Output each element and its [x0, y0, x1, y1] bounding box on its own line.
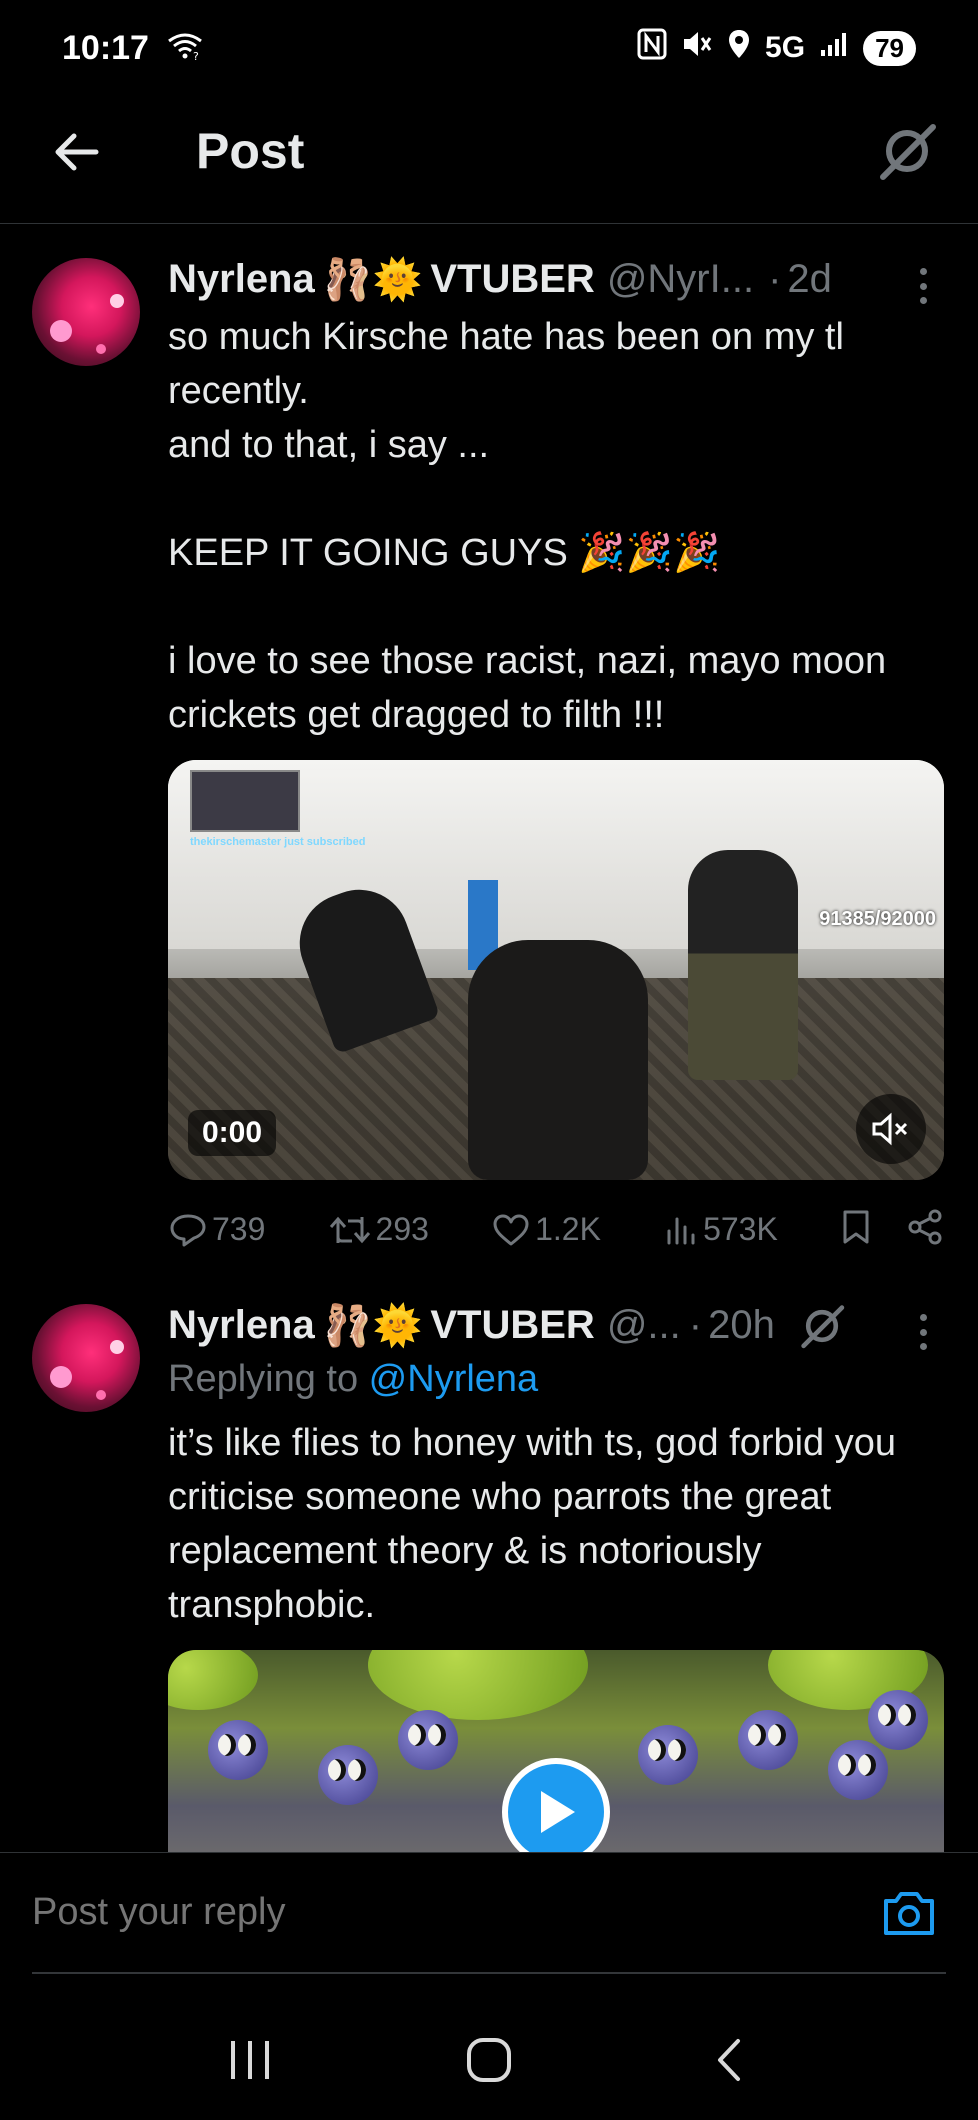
separator-dot: · [688, 1303, 703, 1347]
bookmark-icon [843, 1210, 869, 1244]
back-arrow-icon [55, 133, 99, 171]
camera-icon [884, 1892, 934, 1935]
display-name[interactable]: Nyrlena [168, 257, 315, 302]
grok-icon [801, 1304, 845, 1348]
name-emoji: 🩰🌞 [322, 1304, 423, 1348]
reply-input[interactable] [32, 1891, 792, 1934]
reply-button[interactable]: 739 [168, 1211, 265, 1248]
network-type: 5G [765, 31, 806, 64]
nfc-icon [637, 28, 667, 68]
share-icon [908, 1209, 942, 1245]
video-mute-button[interactable] [856, 1094, 926, 1164]
tweet-header: Nyrlena 🩰🌞 VTUBER @... · 20h [168, 1302, 845, 1349]
battery-level: 79 [875, 32, 904, 63]
video-frame [168, 1650, 944, 1852]
more-dots-icon [919, 1314, 927, 1321]
signal-icon [819, 30, 849, 66]
overlay-caption: thekirschemaster just subscribed [190, 836, 366, 848]
recent-apps-icon [230, 2041, 269, 2079]
tweet-text: so much Kirsche hate has been on my tl r… [168, 316, 887, 736]
analytics-icon [667, 1217, 695, 1244]
tweet-main[interactable]: Nyrlena 🩰🌞 VTUBER @NyrI... · 2d so much … [0, 224, 978, 1264]
play-icon [541, 1791, 575, 1833]
more-options-button[interactable] [908, 264, 938, 308]
battery-icon: 79 [863, 30, 916, 66]
timestamp: 20h [708, 1303, 775, 1347]
status-right: 5G 79 [637, 28, 916, 68]
repost-button[interactable]: 293 [328, 1211, 429, 1248]
reply-icon [170, 1214, 206, 1246]
more-dots-icon [919, 268, 927, 275]
like-count: 1.2K [535, 1211, 601, 1247]
post-header: Post [0, 96, 978, 224]
name-suffix[interactable]: VTUBER [430, 1303, 594, 1348]
bookmark-button[interactable] [840, 1208, 872, 1251]
tweet-video[interactable] [168, 1650, 944, 1852]
reply-composer [0, 1852, 978, 1976]
svg-text:?: ? [193, 50, 199, 61]
chevron-left-icon [718, 2039, 741, 2081]
grok-button[interactable] [872, 116, 942, 186]
heart-icon [493, 1214, 529, 1245]
views-button[interactable]: 573K [663, 1211, 778, 1248]
tweet-actions: 739 293 1.2K 573K [168, 1208, 944, 1251]
status-left: 10:17 ? [62, 29, 203, 68]
play-button[interactable] [502, 1758, 610, 1852]
recent-apps-button[interactable] [210, 2020, 290, 2100]
view-count: 573K [703, 1211, 778, 1247]
tweet-reply[interactable]: Nyrlena 🩰🌞 VTUBER @... · 20h Replying to… [0, 1270, 978, 1852]
page-title: Post [196, 123, 305, 179]
name-emoji: 🩰🌞 [322, 258, 423, 302]
composer-divider [32, 1972, 946, 1974]
display-name[interactable]: Nyrlena [168, 1303, 315, 1348]
mute-icon [681, 29, 713, 67]
back-button[interactable] [48, 124, 104, 180]
status-time: 10:17 [62, 28, 149, 67]
repost-count: 293 [375, 1211, 429, 1247]
replying-to: Replying to @Nyrlena [168, 1358, 538, 1401]
system-back-button[interactable] [688, 2020, 768, 2100]
system-nav-bar [0, 2000, 978, 2120]
replying-to-mention[interactable]: @Nyrlena [369, 1358, 539, 1400]
tweet-header: Nyrlena 🩰🌞 VTUBER @NyrI... · 2d [168, 256, 832, 303]
status-bar: 10:17 ? 5G 79 [0, 0, 978, 96]
overlay-counter: 91385/92000 [819, 908, 936, 930]
video-frame: thekirschemaster just subscribed 91385/9… [168, 760, 944, 1180]
handle[interactable]: @NyrI... [607, 257, 754, 302]
action-group-right [840, 1208, 944, 1251]
wifi-icon: ? [167, 31, 203, 66]
grok-explain-button[interactable] [799, 1303, 845, 1349]
share-button[interactable] [906, 1208, 944, 1251]
repost-icon [329, 1216, 370, 1243]
home-icon [466, 2038, 511, 2082]
video-timestamp: 0:00 [188, 1110, 277, 1156]
grok-icon [880, 124, 936, 180]
more-options-button[interactable] [908, 1310, 938, 1354]
timestamp: 2d [787, 257, 832, 301]
handle[interactable]: @... [607, 1303, 681, 1348]
reply-count: 739 [212, 1211, 266, 1247]
like-button[interactable]: 1.2K [491, 1211, 601, 1248]
muted-speaker-icon [872, 1112, 908, 1146]
name-suffix[interactable]: VTUBER [430, 257, 594, 302]
replying-to-label: Replying to [168, 1358, 369, 1400]
location-icon [727, 28, 751, 68]
tweet-text: it’s like flies to honey with ts, god fo… [168, 1422, 907, 1626]
avatar[interactable] [32, 1304, 140, 1412]
webcam-overlay [190, 770, 300, 832]
home-button[interactable] [449, 2020, 529, 2100]
tweet-video[interactable]: thekirschemaster just subscribed 91385/9… [168, 760, 944, 1180]
avatar[interactable] [32, 258, 140, 366]
separator-dot: · [768, 257, 782, 301]
camera-button[interactable] [880, 1885, 938, 1943]
